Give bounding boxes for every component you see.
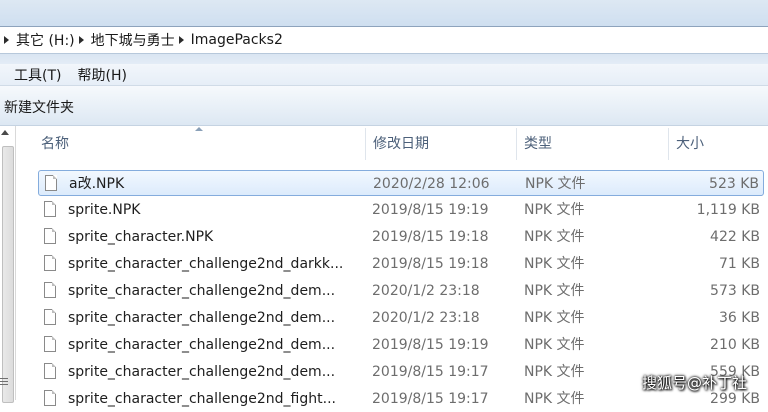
file-size: 210 KB	[710, 337, 760, 353]
new-folder-button[interactable]: 新建文件夹	[4, 97, 74, 117]
file-name: sprite.NPK	[68, 202, 141, 218]
menu-item-help[interactable]: 帮助(H)	[69, 65, 134, 85]
file-type: NPK 文件	[524, 256, 585, 272]
file-type: NPK 文件	[524, 364, 585, 380]
file-icon	[44, 309, 56, 325]
file-size: 36 KB	[718, 310, 760, 326]
file-size: 422 KB	[710, 229, 760, 245]
menu-item-tools[interactable]: 工具(T)	[0, 65, 69, 85]
column-header-row: 名称 修改日期 类型 大小	[16, 126, 768, 162]
file-size: 573 KB	[710, 283, 760, 299]
file-icon	[45, 175, 57, 191]
file-icon	[44, 363, 56, 379]
file-name: a改.NPK	[69, 176, 125, 192]
file-name: sprite_character_challenge2nd_dem...	[68, 337, 336, 353]
column-divider[interactable]	[516, 128, 517, 160]
file-date: 2019/8/15 19:17	[372, 391, 489, 407]
column-header-date[interactable]: 修改日期	[373, 126, 429, 162]
file-row[interactable]: sprite.NPK 2019/8/15 19:19 NPK 文件 1,119 …	[38, 197, 764, 223]
file-icon	[44, 282, 56, 298]
file-date: 2019/8/15 19:19	[372, 337, 489, 353]
file-icon	[44, 336, 56, 352]
column-divider[interactable]	[668, 128, 669, 160]
file-date: 2020/2/28 12:06	[373, 176, 490, 192]
address-bar[interactable]: 其它 (H:) 地下城与勇士 ImagePacks2	[0, 26, 768, 54]
breadcrumb: 其它 (H:) 地下城与勇士 ImagePacks2	[0, 30, 283, 50]
file-name: sprite_character_challenge2nd_fight...	[68, 391, 336, 407]
file-type: NPK 文件	[524, 283, 585, 299]
file-date: 2019/8/15 19:18	[372, 256, 489, 272]
file-name: sprite_character_challenge2nd_dem...	[68, 283, 336, 299]
file-type: NPK 文件	[524, 310, 585, 326]
file-name: sprite_character_challenge2nd_dem...	[68, 364, 336, 380]
file-type: NPK 文件	[524, 229, 585, 245]
file-row[interactable]: a改.NPK 2020/2/28 12:06 NPK 文件 523 KB	[38, 170, 764, 196]
file-date: 2020/1/2 23:18	[372, 283, 480, 299]
file-name: sprite_character_challenge2nd_dem...	[68, 310, 336, 326]
window-top-strip	[0, 0, 768, 26]
column-header-type[interactable]: 类型	[524, 126, 552, 162]
menu-bar: 工具(T) 帮助(H)	[0, 64, 768, 86]
file-type: NPK 文件	[525, 176, 586, 192]
file-date: 2019/8/15 19:18	[372, 229, 489, 245]
watermark: 搜狐号@补丁社	[642, 374, 748, 392]
file-date: 2019/8/15 19:19	[372, 202, 489, 218]
sort-ascending-icon	[195, 127, 203, 131]
column-divider[interactable]	[365, 128, 366, 160]
file-date: 2019/8/15 19:17	[372, 364, 489, 380]
chevron-right-icon[interactable]	[4, 36, 9, 44]
file-icon	[44, 201, 56, 217]
file-icon	[44, 255, 56, 271]
breadcrumb-item-folder[interactable]: 地下城与勇士	[91, 30, 175, 50]
command-toolbar: 新建文件夹	[0, 86, 768, 126]
chevron-right-icon[interactable]	[178, 36, 184, 44]
scroll-up-arrow-icon[interactable]	[1, 130, 9, 135]
file-type: NPK 文件	[524, 202, 585, 218]
file-name: sprite_character_challenge2nd_darkk...	[68, 256, 344, 272]
column-header-size[interactable]: 大小	[676, 126, 704, 162]
file-row[interactable]: sprite_character.NPK 2019/8/15 19:18 NPK…	[38, 224, 764, 250]
file-size: 1,119 KB	[696, 202, 760, 218]
breadcrumb-item-drive[interactable]: 其它 (H:)	[16, 30, 75, 50]
breadcrumb-item-current[interactable]: ImagePacks2	[191, 32, 283, 48]
file-name: sprite_character.NPK	[68, 229, 214, 245]
address-bar-spacer	[0, 54, 768, 64]
file-size: 71 KB	[718, 256, 760, 272]
file-date: 2020/1/2 23:18	[372, 310, 480, 326]
file-icon	[44, 228, 56, 244]
file-type: NPK 文件	[524, 391, 585, 407]
file-row[interactable]: sprite_character_challenge2nd_darkk... 2…	[38, 251, 764, 277]
file-row[interactable]: sprite_character_challenge2nd_dem... 202…	[38, 305, 764, 331]
file-row[interactable]: sprite_character_challenge2nd_dem... 202…	[38, 278, 764, 304]
file-size: 523 KB	[709, 176, 759, 192]
grip-icon[interactable]	[0, 378, 8, 386]
navigation-pane-scrollbar[interactable]	[0, 126, 16, 403]
column-header-name[interactable]: 名称	[41, 126, 69, 162]
chevron-right-icon[interactable]	[78, 36, 84, 44]
file-type: NPK 文件	[524, 337, 585, 353]
scrollbar-thumb[interactable]	[2, 146, 14, 403]
file-row[interactable]: sprite_character_challenge2nd_dem... 201…	[38, 332, 764, 358]
file-icon	[44, 390, 56, 406]
